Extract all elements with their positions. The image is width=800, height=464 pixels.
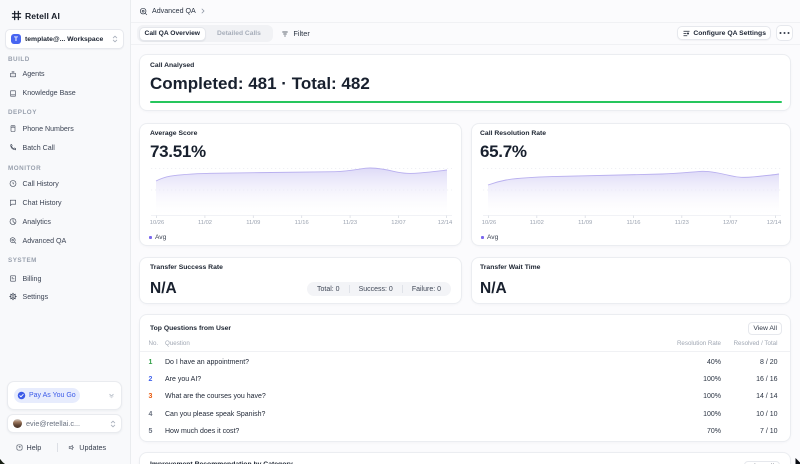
svg-text:11/16: 11/16 [626,220,640,225]
svg-text:11/23: 11/23 [343,220,357,225]
svg-text:10/26: 10/26 [482,220,496,225]
svg-text:11/09: 11/09 [246,220,260,225]
svg-text:12/14: 12/14 [438,220,453,225]
svg-text:12/07: 12/07 [391,220,406,225]
svg-text:11/02: 11/02 [530,220,544,225]
svg-text:11/02: 11/02 [198,220,212,225]
svg-text:11/09: 11/09 [578,220,592,225]
svg-text:11/23: 11/23 [675,220,689,225]
svg-text:11/16: 11/16 [295,220,309,225]
svg-text:12/07: 12/07 [723,220,738,225]
svg-text:12/14: 12/14 [767,220,782,225]
svg-text:10/26: 10/26 [150,220,164,225]
